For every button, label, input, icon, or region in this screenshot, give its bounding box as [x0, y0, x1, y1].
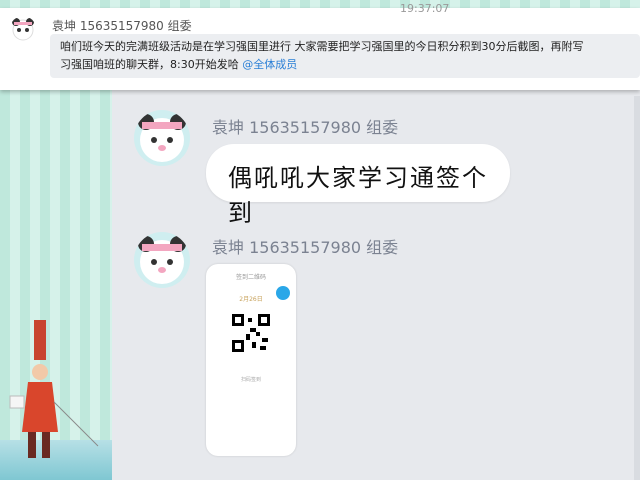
message-sender: 袁坤 15635157980 组委 [212, 238, 399, 257]
banner-message: 咱们班今天的完满班级活动是在学习强国里进行 大家需要把学习强国里的今日积分积到3… [50, 34, 640, 78]
panda-avatar-icon[interactable] [134, 110, 190, 166]
notification-banner[interactable]: 19:37:07 袁坤 15635157980 组委 咱们班今天的完满班级活动是… [0, 2, 640, 90]
message-text: 偶吼吼大家学习通签个到 [228, 164, 488, 227]
image-label: 2月26日 [239, 296, 263, 303]
message-bubble[interactable]: 偶吼吼大家学习通签个到 [206, 144, 510, 227]
panda-avatar-icon [10, 16, 36, 42]
qr-code-icon [232, 314, 270, 352]
chat-area[interactable]: 袁坤 15635157980 组委 偶吼吼大家学习通签个到 袁坤 1563515… [112, 96, 634, 480]
banner-message-line2: 习强国咱班的聊天群，8:30开始发哈 [60, 58, 239, 71]
figure-illustration [9, 320, 99, 458]
banner-time: 19:37:07 [400, 2, 450, 15]
mention-all-link[interactable]: @全体成员 [242, 58, 297, 71]
panda-avatar-icon[interactable] [134, 232, 190, 288]
wallpaper-top-strip [0, 0, 640, 8]
banner-message-line1: 咱们班今天的完满班级活动是在学习强国里进行 大家需要把学习强国里的今日积分积到3… [60, 40, 584, 53]
scrollbar[interactable] [634, 96, 640, 480]
message-sender: 袁坤 15635157980 组委 [212, 118, 399, 137]
image-title: 签到二维码 [235, 274, 266, 281]
image-message[interactable]: 签到二维码 2月26日 扫码签到 [206, 264, 296, 456]
banner-message-text: 咱们班今天的完满班级活动是在学习强国里进行 大家需要把学习强国里的今日积分积到3… [60, 38, 632, 74]
banner-sender: 袁坤 15635157980 组委 [52, 19, 192, 33]
image-hint: 扫码签到 [240, 377, 261, 383]
